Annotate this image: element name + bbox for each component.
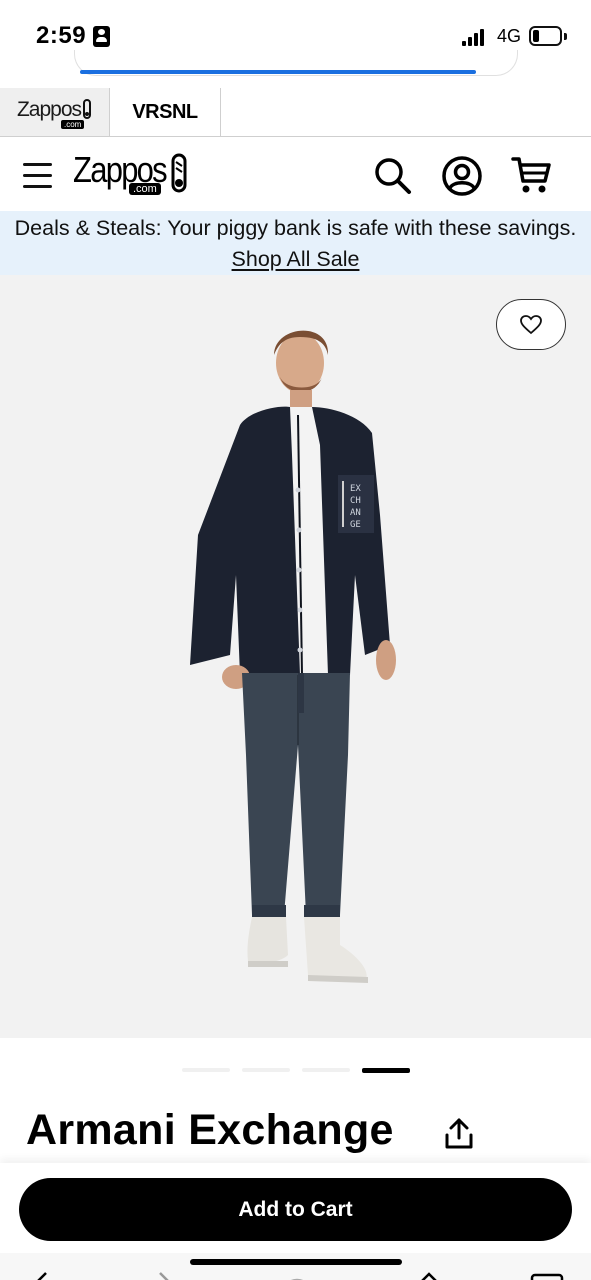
product-image-gallery[interactable]: EX CH AN GE: [0, 275, 591, 1038]
pocket-text-4: GE: [350, 520, 361, 530]
favorite-button[interactable]: [496, 299, 566, 350]
brand-tab-vrsnl[interactable]: VRSNL: [110, 88, 221, 136]
site-header: Zappos .com: [0, 137, 591, 211]
pocket-text-1: EX: [350, 484, 361, 494]
brand-tab-zappos[interactable]: Zappos .com: [0, 88, 110, 136]
zappos-logo[interactable]: Zappos .com: [73, 149, 193, 199]
status-time: 2:59: [36, 22, 87, 49]
account-icon[interactable]: [441, 155, 483, 197]
vrsnl-brand-logo: VRSNL: [132, 100, 198, 123]
battery-icon: [529, 26, 567, 46]
id-card-icon: [93, 26, 110, 47]
network-type: 4G: [497, 26, 522, 46]
sticky-cart-bar: Add to Cart: [0, 1163, 591, 1253]
cart-icon[interactable]: [511, 155, 553, 195]
zappos-brand-logo: Zappos .com: [17, 98, 92, 129]
hamburger-menu-icon[interactable]: [23, 163, 53, 189]
carousel-dot[interactable]: [182, 1068, 230, 1072]
page-load-progress: [80, 70, 476, 74]
brand-tabs: Zappos .com VRSNL: [0, 88, 591, 137]
forward-icon[interactable]: [154, 1271, 174, 1280]
pocket-text-2: CH: [350, 496, 361, 506]
heart-icon: [520, 314, 542, 334]
shoe-icon: [171, 153, 187, 193]
search-icon[interactable]: [372, 155, 412, 195]
promo-text: Deals & Steals: Your piggy bank is safe …: [14, 216, 577, 240]
reload-icon[interactable]: [280, 1271, 314, 1280]
carousel-dot[interactable]: [302, 1068, 350, 1072]
product-photo: EX CH AN GE: [190, 330, 396, 983]
browser-toolbar: [0, 1253, 591, 1280]
back-icon[interactable]: [32, 1271, 52, 1280]
promo-banner: Deals & Steals: Your piggy bank is safe …: [0, 211, 591, 275]
pocket-text-3: AN: [350, 508, 361, 518]
battery-level: [533, 30, 539, 42]
tabs-icon[interactable]: [530, 1271, 564, 1280]
product-brand-title[interactable]: Armani Exchange: [26, 1106, 394, 1155]
share-icon[interactable]: [444, 1117, 474, 1151]
home-icon[interactable]: [416, 1271, 442, 1280]
home-indicator[interactable]: [190, 1259, 402, 1265]
signal-icon: [462, 29, 490, 46]
shop-all-sale-link[interactable]: Shop All Sale: [232, 247, 360, 271]
carousel-dot[interactable]: [242, 1068, 290, 1072]
add-to-cart-button[interactable]: Add to Cart: [19, 1178, 572, 1241]
carousel-dot[interactable]: [362, 1068, 410, 1073]
